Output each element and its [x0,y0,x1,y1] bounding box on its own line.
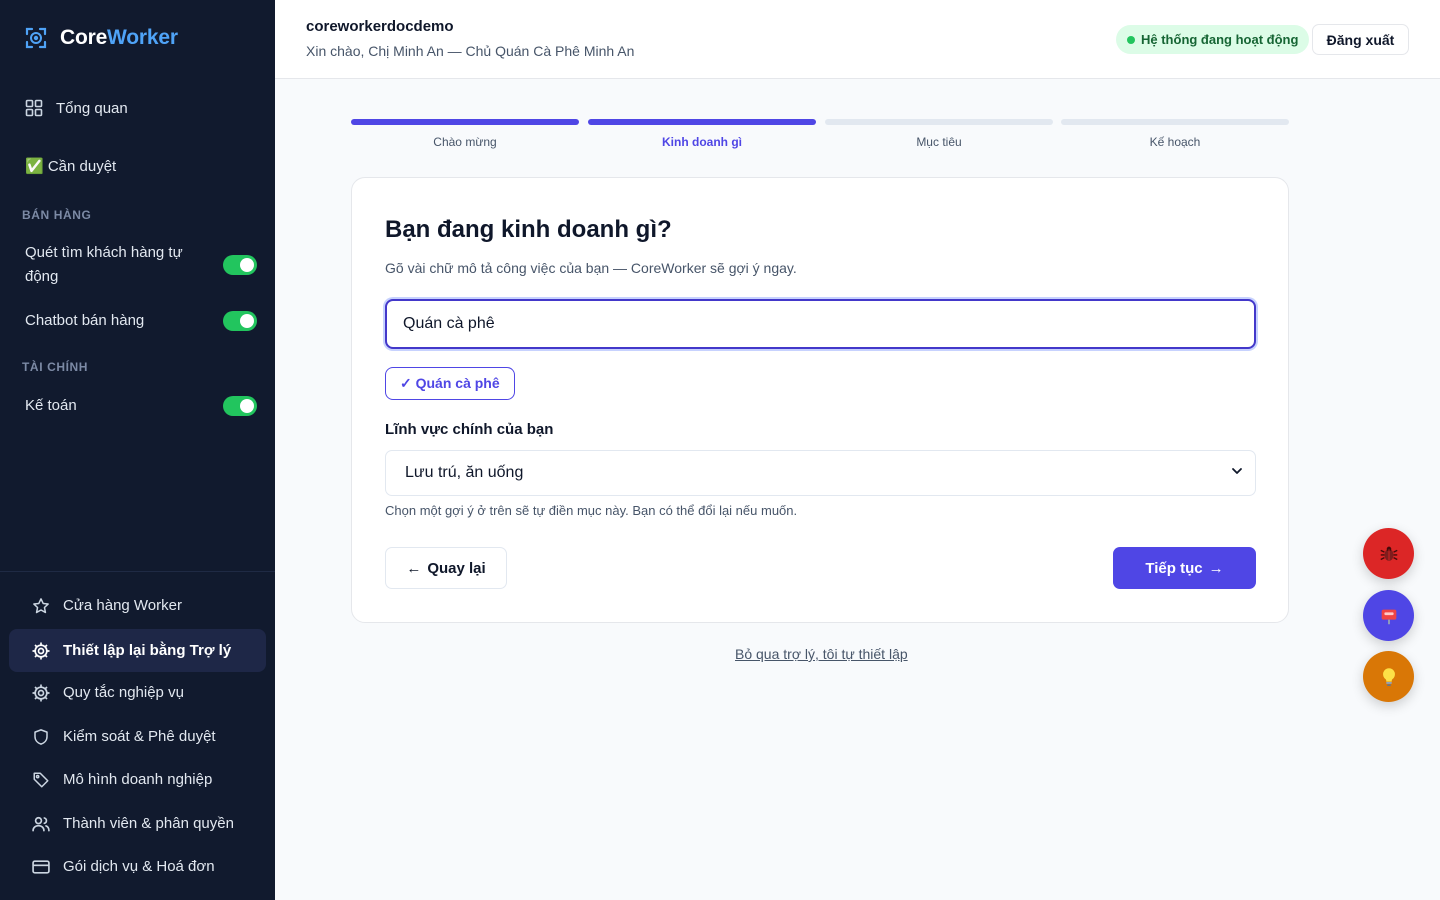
coreworker-logo-icon [25,27,47,49]
toggle-row-lead-scan: Quét tìm khách hàng tự động [25,241,257,289]
toggle-row-accounting: Kế toán [25,394,257,418]
brand[interactable]: CoreWorker [24,26,178,50]
chevron-down-icon [1231,464,1243,482]
star-icon [31,596,51,616]
sidebar-item-label: Kiểm soát & Phê duyệt [63,728,216,745]
credit-card-icon [31,857,51,877]
toggle-switch[interactable] [223,311,257,331]
sidebar-item-label: Quy tắc nghiệp vụ [63,684,184,701]
toggle-label: Chatbot bán hàng [25,312,145,329]
step-welcome: Chào mừng [351,119,579,149]
step-bar [351,119,579,125]
workspace-name: coreworkerdocdemo [306,18,454,35]
toggle-label: Quét tìm khách hàng tự động [25,244,183,285]
sidebar-item-overview[interactable]: Tổng quan [24,98,128,118]
back-button[interactable]: ← Quay lại [385,547,507,589]
section-label-finance: TÀI CHÍNH [22,360,89,374]
tag-icon [31,770,51,790]
toggle-switch[interactable] [223,396,257,416]
select-value: Lưu trú, ăn uống [405,464,524,481]
toggle-label: Kế toán [25,397,77,414]
bug-icon [1379,546,1398,561]
sidebar-item-label: Cửa hàng Worker [63,597,182,614]
step-plan: Kế hoạch [1061,119,1289,149]
skip-assistant-link[interactable]: Bỏ qua trợ lý, tôi tự thiết lập [735,646,908,662]
brand-name: CoreWorker [60,26,178,49]
inbox-button[interactable] [1363,590,1414,641]
business-description-input[interactable] [385,299,1256,349]
continue-button[interactable]: Tiếp tục → [1113,547,1256,589]
sidebar-item-pending[interactable]: ✅ Cần duyệt [25,157,116,175]
sidebar-item-members[interactable]: Thành viên & phân quyền [9,802,266,845]
back-button-label: Quay lại [427,559,486,577]
users-icon [31,814,51,834]
sidebar-item-label: Tổng quan [56,99,128,117]
step-label: Kế hoạch [1149,135,1201,149]
sidebar-item-label: ✅ Cần duyệt [25,158,117,175]
sidebar-item-business-rules[interactable]: Quy tắc nghiệp vụ [9,671,266,714]
top-header: coreworkerdocdemo Xin chào, Chị Minh An … [275,0,1440,79]
sidebar-item-control-approval[interactable]: Kiểm soát & Phê duyệt [9,715,266,758]
toggle-switch[interactable] [223,255,257,275]
sidebar-item-worker-store[interactable]: Cửa hàng Worker [9,584,266,627]
arrow-left-icon: ← [406,559,422,577]
sidebar-item-label: Mô hình doanh nghiệp [63,771,213,788]
step-bar [588,119,816,125]
field-label: Lĩnh vực chính của bạn [385,421,554,438]
sidebar-item-reset-assistant[interactable]: Thiết lập lại bằng Trợ lý [9,629,266,672]
step-bar [825,119,1053,125]
sidebar-item-business-model[interactable]: Mô hình doanh nghiệp [9,758,266,801]
sidebar-item-label: Thành viên & phân quyền [63,815,234,832]
business-sector-select[interactable]: Lưu trú, ăn uống [385,450,1256,496]
page-title: Bạn đang kinh doanh gì? [385,216,672,243]
step-bar [1061,119,1289,125]
grid-icon [24,98,44,118]
step-label: Mục tiêu [916,135,962,149]
business-type-card: Bạn đang kinh doanh gì? Gõ vài chữ mô tả… [351,177,1289,623]
step-business: Kinh doanh gì [588,119,816,149]
gear-icon [31,641,51,661]
system-status-badge: Hệ thống đang hoạt động [1116,25,1310,54]
sidebar-item-label: Thiết lập lại bằng Trợ lý [63,642,232,659]
toggle-row-chatbot: Chatbot bán hàng [25,309,257,333]
gear-icon [31,683,51,703]
step-label: Kinh doanh gì [662,135,742,149]
status-text: Hệ thống đang hoạt động [1141,32,1299,47]
step-label: Chào mừng [433,135,497,149]
report-bug-button[interactable] [1363,528,1414,579]
section-label-sales: BÁN HÀNG [22,208,92,222]
lightbulb-icon [1382,667,1395,686]
continue-button-label: Tiếp tục [1145,559,1203,577]
sidebar-divider [0,571,275,572]
sidebar-item-label: Gói dịch vụ & Hoá đơn [63,858,215,875]
logout-button[interactable]: Đăng xuất [1312,24,1409,55]
shield-icon [31,727,51,747]
page-subtitle: Gõ vài chữ mô tả công việc của bạn — Cor… [385,260,797,276]
arrow-right-icon: → [1208,559,1224,577]
sidebar-item-billing[interactable]: Gói dịch vụ & Hoá đơn [9,845,266,888]
suggestion-chip[interactable]: ✓ Quán cà phê [385,367,515,400]
sidebar: CoreWorker Tổng quan ✅ Cần duyệt BÁN HÀN… [0,0,275,900]
step-goals: Mục tiêu [825,119,1053,149]
field-help-text: Chọn một gợi ý ở trên sẽ tự điền mục này… [385,503,798,518]
mailbox-icon [1381,609,1396,624]
status-dot-icon [1127,35,1135,44]
greeting-text: Xin chào, Chị Minh An — Chủ Quán Cà Phê … [306,43,635,59]
tips-button[interactable] [1363,651,1414,702]
